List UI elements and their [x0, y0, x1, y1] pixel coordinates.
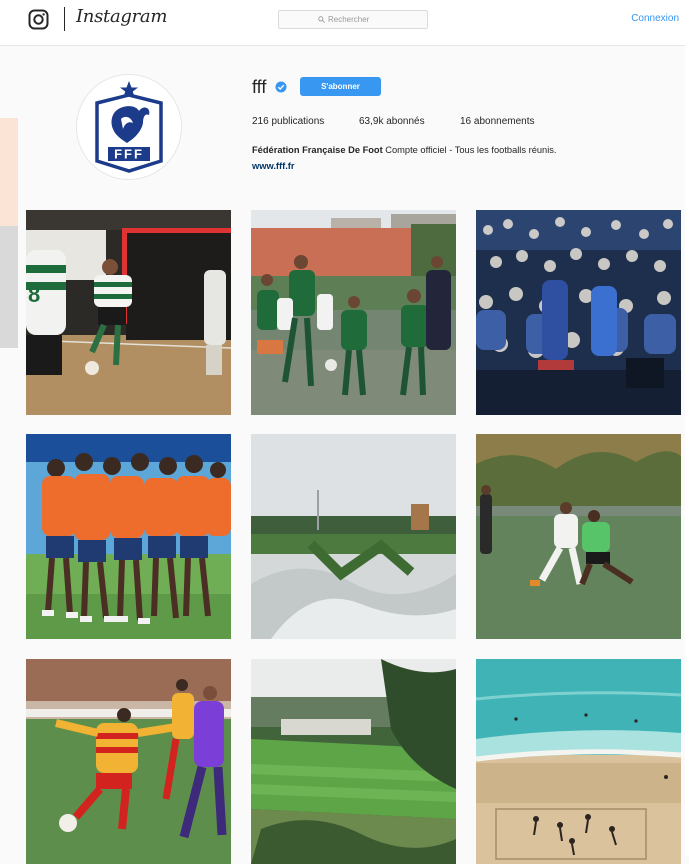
post-image-kids-training	[251, 210, 456, 415]
post-thumbnail-6[interactable]	[476, 434, 681, 639]
follow-button[interactable]: S'abonner	[300, 77, 381, 96]
posts-label: publications	[271, 116, 325, 127]
following-label: abonnements	[473, 116, 535, 127]
background-edge-gray	[0, 226, 18, 348]
search-input[interactable]	[328, 15, 388, 24]
avatar-fff-text: FFF	[114, 147, 144, 162]
top-navigation-bar: Instagram Connexion	[0, 0, 689, 46]
post-thumbnail-3[interactable]	[476, 210, 681, 415]
instagram-camera-icon[interactable]	[28, 9, 49, 30]
profile-bio-text: Compte officiel - Tous les footballs réu…	[385, 145, 557, 155]
profile-avatar[interactable]: FFF	[76, 74, 182, 180]
post-thumbnail-1[interactable]: 8	[26, 210, 231, 415]
followers-count: 63,9k	[359, 116, 384, 127]
instagram-wordmark-logo[interactable]: Instagram	[76, 6, 167, 27]
verified-badge-icon	[275, 81, 287, 93]
stat-following[interactable]: 16 abonnements	[460, 116, 535, 127]
post-image-team-huddle	[26, 434, 231, 639]
post-thumbnail-4[interactable]	[26, 434, 231, 639]
post-image-pitch-in-trees	[251, 659, 456, 864]
svg-text:8: 8	[28, 282, 40, 307]
post-image-amateur-match	[476, 434, 681, 639]
profile-full-name: Fédération Française De Foot	[252, 145, 383, 155]
posts-count: 216	[252, 116, 269, 127]
logo-divider	[64, 7, 65, 31]
post-thumbnail-2[interactable]	[251, 210, 456, 415]
stat-posts: 216 publications	[252, 116, 324, 127]
page-right-edge	[685, 0, 689, 856]
profile-username: fff	[252, 77, 267, 97]
post-thumbnail-7[interactable]	[26, 659, 231, 864]
post-image-beach-football	[476, 659, 681, 864]
followers-label: abonnés	[386, 116, 425, 127]
stat-followers[interactable]: 63,9k abonnés	[359, 116, 425, 127]
post-thumbnail-8[interactable]	[251, 659, 456, 864]
post-image-womens-match	[26, 659, 231, 864]
profile-website-link[interactable]: www.fff.fr	[252, 161, 295, 171]
profile-bio: Fédération Française De Foot Compte offi…	[252, 145, 557, 155]
following-count: 16	[460, 116, 472, 127]
post-thumbnail-5[interactable]	[251, 434, 456, 639]
post-image-turf-closeup	[251, 434, 456, 639]
search-box[interactable]	[278, 10, 428, 29]
background-edge-peach	[0, 118, 18, 226]
post-image-futsal: 8	[26, 210, 231, 415]
post-thumbnail-9[interactable]	[476, 659, 681, 864]
search-icon	[318, 16, 325, 23]
post-image-stadium-crowd	[476, 210, 681, 415]
login-link[interactable]: Connexion	[631, 13, 679, 24]
